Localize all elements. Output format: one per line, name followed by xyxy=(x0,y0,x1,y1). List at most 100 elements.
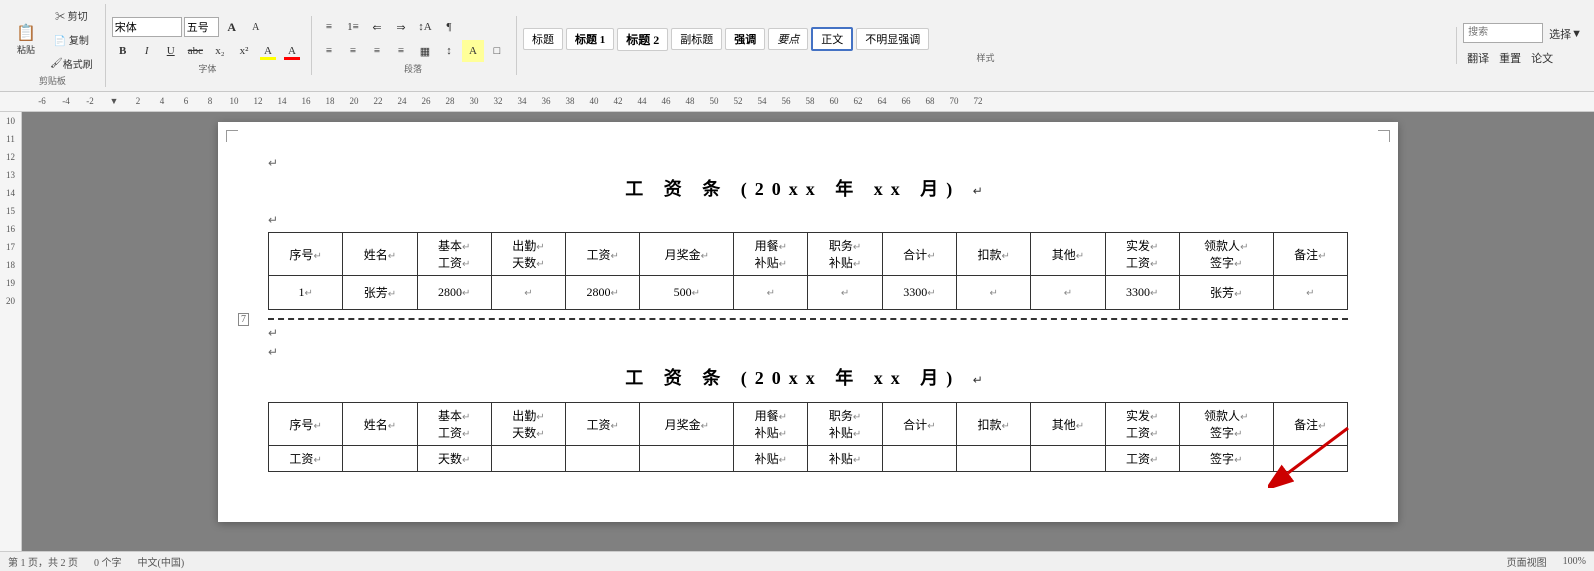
cell-no-1: 1↵ xyxy=(269,276,343,310)
header2-cell-base: 基本↵工资↵ xyxy=(417,403,491,446)
styles-group: 标题 标题 1 标题 2 副标题 强调 要点 正文 不明显强调 样式 xyxy=(523,27,1457,64)
cell2-sign: 签字↵ xyxy=(1179,446,1273,472)
paragraph-mark-1: ↵ xyxy=(268,156,1348,171)
style-key-button[interactable]: 要点 xyxy=(768,28,808,50)
cell-note-1: ↵ xyxy=(1273,276,1347,310)
header2-cell-deduct: 扣款↵ xyxy=(957,403,1031,446)
header-cell-days: 出勤↵天数↵ xyxy=(491,233,565,276)
header2-cell-sign: 领款人↵签字↵ xyxy=(1179,403,1273,446)
style-subtitle-button[interactable]: 副标题 xyxy=(671,28,722,50)
sort-button[interactable]: ↕A xyxy=(414,16,436,38)
font-color-bar xyxy=(284,57,300,60)
table-row: 1↵ 张芳↵ 2800↵ ↵ 2800↵ 500↵ ↵ ↵ 3300↵ ↵ ↵ … xyxy=(269,276,1348,310)
cell-meal-1: ↵ xyxy=(734,276,808,310)
style-h1-button[interactable]: 标题 1 xyxy=(566,28,614,50)
border-button[interactable]: □ xyxy=(486,40,508,62)
line-spacing-button[interactable]: ↕ xyxy=(438,40,460,62)
header2-cell-meal: 用餐↵补贴↵ xyxy=(734,403,808,446)
salary-title-2: 工 资 条 (20xx 年 xx 月) ↵ xyxy=(268,364,1348,390)
cell-name-1: 张芳↵ xyxy=(343,276,417,310)
header2-cell-name: 姓名↵ xyxy=(343,403,417,446)
cell2-salary xyxy=(566,446,640,472)
document-area[interactable]: ↵ 工 资 条 (20xx 年 xx 月) ↵ ↵ 序号↵ 姓名↵ 基本↵工资↵… xyxy=(22,112,1594,551)
superscript-button[interactable]: x² xyxy=(233,40,255,62)
cell-actual-1: 3300↵ xyxy=(1105,276,1179,310)
header-cell-total: 合计↵ xyxy=(882,233,956,276)
bold-button[interactable]: B xyxy=(112,40,134,62)
search-input[interactable] xyxy=(1463,23,1543,43)
shading-button[interactable]: A xyxy=(462,40,484,62)
table-row-partial: 工资↵ 天数↵ 补贴↵ 补贴↵ 工资↵ 签字↵ xyxy=(269,446,1348,472)
font-size-input[interactable] xyxy=(184,17,219,37)
clipboard-label: 剪贴板 xyxy=(8,74,97,87)
document-page-1: ↵ 工 资 条 (20xx 年 xx 月) ↵ ↵ 序号↵ 姓名↵ 基本↵工资↵… xyxy=(218,122,1398,522)
indent-button[interactable]: ⇒ xyxy=(390,16,412,38)
copy-button[interactable]: 📄 复制 xyxy=(46,28,97,50)
header2-cell-bonus: 月奖金↵ xyxy=(640,403,734,446)
essay-button[interactable]: 论文 xyxy=(1527,47,1557,69)
header-cell-salary: 工资↵ xyxy=(566,233,640,276)
style-body-button[interactable]: 正文 xyxy=(811,27,853,51)
cut-button[interactable]: ✂ 剪切 xyxy=(46,4,97,26)
number-list-button[interactable]: 1≡ xyxy=(342,16,364,38)
paragraph-label: 段落 xyxy=(318,62,508,75)
dotted-separator xyxy=(268,318,1348,320)
strikethrough-button[interactable]: abc xyxy=(184,40,207,62)
header-cell-note: 备注↵ xyxy=(1273,233,1347,276)
horizontal-ruler: -6 -4 -2 ▼ 2 4 6 8 10 12 14 16 18 20 22 … xyxy=(0,92,1594,112)
cell-days-1: ↵ xyxy=(491,276,565,310)
cell2-deduct xyxy=(957,446,1031,472)
bullet-list-button[interactable]: ≡ xyxy=(318,16,340,38)
view-mode: 页面视图 xyxy=(1507,554,1547,569)
outdent-button[interactable]: ⇐ xyxy=(366,16,388,38)
font-name-input[interactable] xyxy=(112,17,182,37)
cell2-base: 天数↵ xyxy=(417,446,491,472)
zoom-level: 100% xyxy=(1563,556,1586,567)
cell-base-1: 2800↵ xyxy=(417,276,491,310)
reset-button[interactable]: 重置 xyxy=(1495,47,1525,69)
clipboard-group: 📋 粘贴 ✂ 剪切 📄 复制 🖌 格式刷 剪贴板 xyxy=(8,4,106,87)
paste-button[interactable]: 📋 粘贴 xyxy=(8,21,44,57)
separator-area: 7 xyxy=(268,318,1348,320)
subscript-button[interactable]: x₂ xyxy=(209,40,231,62)
header-cell-other: 其他↵ xyxy=(1031,233,1105,276)
cell-deduct-1: ↵ xyxy=(957,276,1031,310)
cell-salary-1: 2800↵ xyxy=(566,276,640,310)
header-cell-actual: 实发↵工资↵ xyxy=(1105,233,1179,276)
style-normal-button[interactable]: 标题 xyxy=(523,28,563,50)
select-button[interactable]: 选择▼ xyxy=(1545,23,1586,45)
show-hide-button[interactable]: ¶ xyxy=(438,16,460,38)
align-left-button[interactable]: ≡ xyxy=(318,40,340,62)
format-painter-button[interactable]: 🖌 格式刷 xyxy=(46,52,97,74)
col-layout-button[interactable]: ▦ xyxy=(414,40,436,62)
style-subtle-button[interactable]: 不明显强调 xyxy=(856,28,929,50)
vertical-ruler: 10 11 12 13 14 15 16 17 18 19 20 xyxy=(0,112,22,551)
corner-mark-tr xyxy=(1378,130,1390,142)
highlight-button[interactable]: A xyxy=(257,40,279,62)
translate-button[interactable]: 翻译 xyxy=(1463,47,1493,69)
font-color-button[interactable]: A xyxy=(281,40,303,62)
grow-font-button[interactable]: A xyxy=(221,16,243,38)
font-label: 字体 xyxy=(112,62,303,75)
shrink-font-button[interactable]: A xyxy=(245,16,267,38)
style-h2-button[interactable]: 标题 2 xyxy=(617,28,668,51)
cell-other-1: ↵ xyxy=(1031,276,1105,310)
font-group: A A B I U abc x₂ x² A A 字体 xyxy=(112,16,312,75)
cell2-other xyxy=(1031,446,1105,472)
align-right-button[interactable]: ≡ xyxy=(366,40,388,62)
underline-button[interactable]: U xyxy=(160,40,182,62)
word-count: 0 个字 xyxy=(94,554,122,569)
corner-mark-tl xyxy=(226,130,238,142)
header-cell-no: 序号↵ xyxy=(269,233,343,276)
justify-button[interactable]: ≡ xyxy=(390,40,412,62)
header-cell-sign: 领款人↵签字↵ xyxy=(1179,233,1273,276)
language: 中文(中国) xyxy=(138,554,185,569)
cell2-name xyxy=(343,446,417,472)
header2-cell-note: 备注↵ xyxy=(1273,403,1347,446)
cell2-days xyxy=(491,446,565,472)
title-return-1: ↵ xyxy=(973,184,991,198)
align-center-button[interactable]: ≡ xyxy=(342,40,364,62)
cell2-total xyxy=(882,446,956,472)
style-strong-button[interactable]: 强调 xyxy=(725,28,765,50)
italic-button[interactable]: I xyxy=(136,40,158,62)
